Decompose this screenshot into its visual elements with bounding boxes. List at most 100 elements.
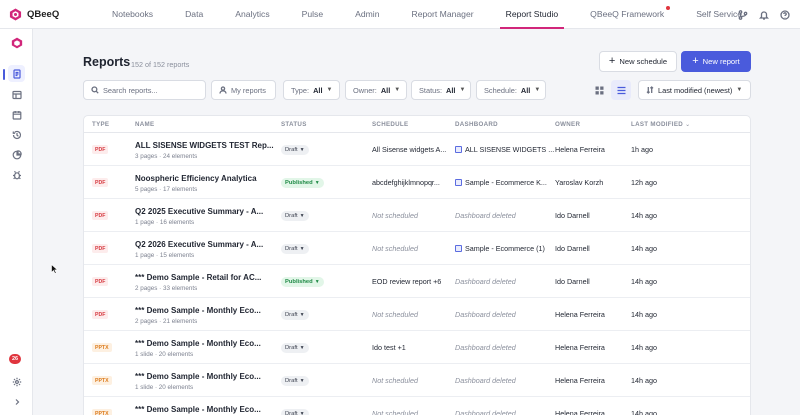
column-owner[interactable]: OWNER xyxy=(555,121,580,128)
owner-filter[interactable]: Owner: All ▼ xyxy=(345,80,407,100)
table-row[interactable]: PPTX *** Demo Sample - Monthly Eco... Draf… xyxy=(84,397,750,415)
my-reports-button[interactable]: My reports xyxy=(211,80,276,100)
report-name[interactable]: *** Demo Sample - Retail for AC... xyxy=(135,273,261,282)
bug-icon xyxy=(12,170,21,179)
reports-table: TYPE NAME STATUS SCHEDULE DASHBOARD OWNE… xyxy=(83,115,751,415)
notification-badge[interactable]: 26 xyxy=(9,354,21,364)
type-filter-value: All xyxy=(313,85,323,95)
schedule-cell: Not scheduled xyxy=(372,244,418,253)
nav-tab-admin[interactable]: Admin xyxy=(339,0,395,29)
table-row[interactable]: PDF ALL SISENSE WIDGETS TEST Rep... 3 page… xyxy=(84,133,750,166)
status-filter-label: Status: xyxy=(419,85,443,95)
table-row[interactable]: PDF Q2 2025 Executive Summary - A... 1 pag… xyxy=(84,199,750,232)
report-name[interactable]: *** Demo Sample - Monthly Eco... xyxy=(135,306,261,315)
column-last-modified[interactable]: LAST MODIFIED ⌄ xyxy=(631,121,691,128)
type-badge: PPTX xyxy=(92,343,112,352)
nav-tab-notebooks[interactable]: Notebooks xyxy=(96,0,169,29)
status-dropdown[interactable]: Draft ▼ xyxy=(281,409,309,415)
owner-cell: Yaroslav Korzh xyxy=(555,178,604,187)
report-meta: 1 slide · 20 elements xyxy=(135,351,194,358)
sidebar-item-analytics[interactable] xyxy=(8,146,25,163)
dashboard-cell[interactable]: Sample - Ecommerce (1) xyxy=(455,244,545,253)
list-view-button[interactable] xyxy=(611,80,631,100)
status-dropdown[interactable]: Draft ▼ xyxy=(281,145,309,155)
status-dropdown[interactable]: Draft ▼ xyxy=(281,376,309,386)
table-row[interactable]: PDF Noospheric Efficiency Analytica 5 page… xyxy=(84,166,750,199)
dashboard-cell[interactable]: Sample - Ecommerce K... xyxy=(455,178,547,187)
help-icon[interactable] xyxy=(780,9,790,20)
dashboard-cell: Dashboard deleted xyxy=(455,211,516,220)
report-meta: 2 pages · 21 elements xyxy=(135,318,198,325)
table-row[interactable]: PDF Q2 2026 Executive Summary - A... 1 pag… xyxy=(84,232,750,265)
report-name[interactable]: *** Demo Sample - Monthly Eco... xyxy=(135,339,261,348)
sidebar-expand[interactable] xyxy=(8,393,25,410)
page-title: Reports xyxy=(83,55,131,69)
status-dropdown[interactable]: Draft ▼ xyxy=(281,343,309,353)
sidebar-item-calendar[interactable] xyxy=(8,106,25,123)
schedule-filter-label: Schedule: xyxy=(484,85,517,95)
grid-view-button[interactable] xyxy=(589,80,609,100)
branch-icon[interactable] xyxy=(738,9,748,20)
user-icon xyxy=(219,86,227,94)
app-logo[interactable]: QBeeQ xyxy=(0,7,80,21)
report-name[interactable]: *** Demo Sample - Monthly Eco... xyxy=(135,372,261,381)
table-row[interactable]: PDF *** Demo Sample - Retail for AC... 2 p… xyxy=(84,265,750,298)
dashboard-name: Dashboard deleted xyxy=(455,310,516,319)
report-name[interactable]: Q2 2026 Executive Summary - A... xyxy=(135,240,263,249)
bell-icon[interactable] xyxy=(759,10,769,20)
last-modified-cell: 14h ago xyxy=(631,244,657,253)
sort-select[interactable]: Last modified (newest) ▼ xyxy=(638,80,751,100)
table-row[interactable]: PPTX *** Demo Sample - Monthly Eco... 1 sl… xyxy=(84,331,750,364)
nav-tab-data[interactable]: Data xyxy=(169,0,219,29)
status-dropdown[interactable]: Published ▼ xyxy=(281,277,324,287)
sidebar-item-history[interactable] xyxy=(8,126,25,143)
nav-tab-qbeeq-framework[interactable]: QBeeQ Framework xyxy=(574,0,680,29)
schedule-cell[interactable]: Ido test +1 xyxy=(372,343,406,352)
report-name[interactable]: Q2 2025 Executive Summary - A... xyxy=(135,207,263,216)
nav-tab-label: Report Studio xyxy=(505,9,559,19)
schedule-filter[interactable]: Schedule: All ▼ xyxy=(476,80,546,100)
sidebar-item-reports[interactable] xyxy=(8,65,25,82)
status-dropdown[interactable]: Published ▼ xyxy=(281,178,324,188)
schedule-cell[interactable]: abcdefghijklmnopqr... xyxy=(372,178,440,187)
sidebar-item-debug[interactable] xyxy=(8,166,25,183)
type-badge: PPTX xyxy=(92,409,112,415)
sidebar-item-settings[interactable] xyxy=(8,373,25,390)
sidebar-logo[interactable] xyxy=(8,34,25,51)
status-filter[interactable]: Status: All ▼ xyxy=(411,80,471,100)
nav-tab-pulse[interactable]: Pulse xyxy=(286,0,340,29)
search-input[interactable]: Search reports... xyxy=(83,80,206,100)
status-dropdown[interactable]: Draft ▼ xyxy=(281,244,309,254)
dashboard-cell[interactable]: ALL SISENSE WIDGETS ... xyxy=(455,145,554,154)
column-schedule[interactable]: SCHEDULE xyxy=(372,121,408,128)
column-status[interactable]: STATUS xyxy=(281,121,307,128)
nav-tab-report-manager[interactable]: Report Manager xyxy=(396,0,490,29)
grid-icon xyxy=(595,86,603,94)
report-name[interactable]: *** Demo Sample - Monthly Eco... xyxy=(135,405,261,414)
status-dropdown[interactable]: Draft ▼ xyxy=(281,211,309,221)
schedule-cell[interactable]: EOD review report +6 xyxy=(372,277,441,286)
type-filter[interactable]: Type: All ▼ xyxy=(283,80,340,100)
owner-cell: Ido Darnell xyxy=(555,244,590,253)
type-filter-label: Type: xyxy=(291,85,310,95)
column-dashboard[interactable]: DASHBOARD xyxy=(455,121,498,128)
table-row[interactable]: PPTX *** Demo Sample - Monthly Eco... 1 sl… xyxy=(84,364,750,397)
new-schedule-button[interactable]: + New schedule xyxy=(599,51,677,72)
nav-tab-analytics[interactable]: Analytics xyxy=(219,0,285,29)
report-name[interactable]: ALL SISENSE WIDGETS TEST Rep... xyxy=(135,141,274,150)
top-navigation-bar: QBeeQ Notebooks Data Analytics Pulse Admin Re… xyxy=(0,0,800,29)
new-report-button[interactable]: + New report xyxy=(681,51,751,72)
table-row[interactable]: PDF *** Demo Sample - Monthly Eco... 2 pag… xyxy=(84,298,750,331)
nav-tab-report-studio[interactable]: Report Studio xyxy=(490,0,575,29)
plus-icon: + xyxy=(692,55,699,67)
column-name[interactable]: NAME xyxy=(135,121,154,128)
search-placeholder: Search reports... xyxy=(103,85,158,95)
status-filter-value: All xyxy=(446,85,456,95)
sidebar-item-layouts[interactable] xyxy=(8,86,25,103)
status-dropdown[interactable]: Draft ▼ xyxy=(281,310,309,320)
report-name[interactable]: Noospheric Efficiency Analytica xyxy=(135,174,257,183)
column-type[interactable]: TYPE xyxy=(92,121,109,128)
nav-tab-label: Pulse xyxy=(301,9,324,19)
last-modified-cell: 14h ago xyxy=(631,343,657,352)
schedule-cell[interactable]: All Sisense widgets A... xyxy=(372,145,446,154)
